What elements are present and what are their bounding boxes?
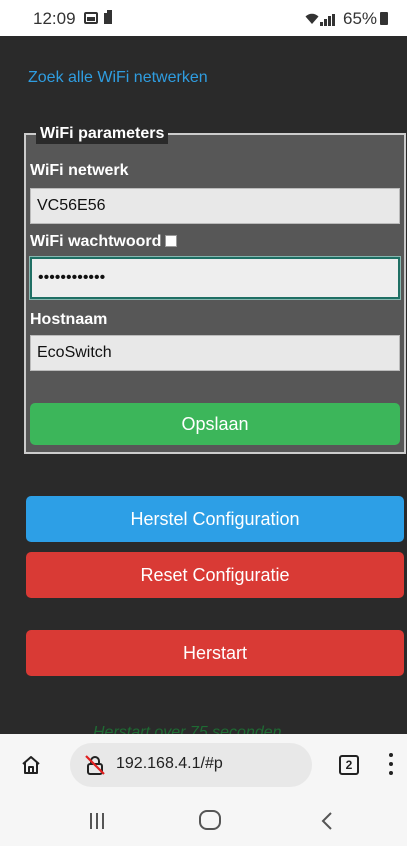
restart-button[interactable]: Herstart <box>26 630 404 676</box>
restore-configuration-button[interactable]: Herstel Configuration <box>26 496 404 542</box>
home-icon[interactable] <box>20 754 42 776</box>
wifi-parameters-fieldset: WiFi parameters WiFi netwerk VC56E56 WiF… <box>24 124 406 454</box>
reset-configuration-button[interactable]: Reset Configuratie <box>26 552 404 598</box>
restart-countdown-text: Herstart over 75 seconden <box>93 724 282 734</box>
system-navigation-bar <box>0 796 407 846</box>
hostname-label: Hostnaam <box>30 311 108 328</box>
hostname-input[interactable]: EcoSwitch <box>30 335 400 371</box>
browser-toolbar: 192.168.4.1/#p 2 <box>0 734 407 796</box>
address-bar[interactable]: 192.168.4.1/#p <box>70 743 312 787</box>
scan-networks-link[interactable]: Zoek alle WiFi netwerken <box>28 69 208 87</box>
status-time: 12:09 <box>33 9 76 28</box>
battery-percentage: 65% <box>343 9 378 28</box>
tab-switcher-button[interactable]: 2 <box>339 755 359 775</box>
status-bar: 12:09 65% <box>0 0 407 36</box>
show-password-checkbox[interactable] <box>165 235 178 247</box>
password-label: WiFi wachtwoord <box>30 233 162 250</box>
wifi-network-input[interactable]: VC56E56 <box>30 188 400 224</box>
web-page: Zoek alle WiFi netwerken WiFi parameters… <box>0 36 407 734</box>
not-secure-lock-icon[interactable] <box>84 754 106 776</box>
recent-apps-icon[interactable] <box>90 813 106 829</box>
signal-strength-icon <box>320 14 338 26</box>
wifi-status-icon <box>305 13 319 28</box>
password-label-row: WiFi wachtwoord <box>30 233 178 251</box>
wifi-network-label: WiFi netwerk <box>30 162 129 179</box>
url-text: 192.168.4.1/#p <box>116 755 223 772</box>
gallery-notification-icon <box>84 12 98 24</box>
overflow-menu-icon[interactable] <box>389 753 393 775</box>
password-input[interactable]: •••••••••••• <box>30 257 400 299</box>
sd-card-icon <box>104 10 112 24</box>
fieldset-legend: WiFi parameters <box>36 124 169 144</box>
system-home-icon[interactable] <box>199 810 221 830</box>
save-button[interactable]: Opslaan <box>30 403 400 445</box>
back-icon[interactable] <box>318 810 338 832</box>
battery-icon <box>380 12 388 25</box>
